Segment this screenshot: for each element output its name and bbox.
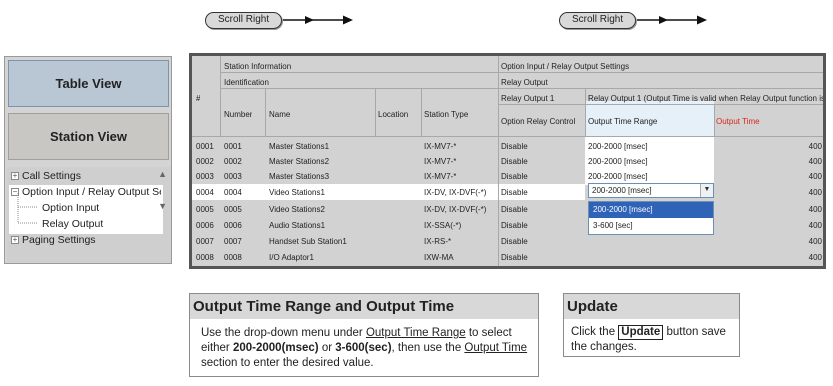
tree-connector-lines [17,193,38,224]
expand-icon[interactable]: + [11,172,19,181]
location-column-header[interactable]: Location [378,109,408,120]
relay-output-header: Relay Output [501,78,548,87]
chevron-up-icon[interactable]: ▲ [158,169,167,179]
left-navigation-panel: Table View Station View + Call Settings −… [4,56,172,264]
chevron-down-icon[interactable]: ▼ [158,201,167,211]
info-box-output-time: Output Time Range and Output Time Use th… [189,293,539,377]
number-column-header[interactable]: Number [224,109,252,120]
station-settings-table: # Station Information Identification Num… [189,53,826,269]
info-box-update-body: Click the Update button save the changes… [571,325,726,353]
expand-icon[interactable]: + [11,236,19,245]
update-button[interactable]: Update [618,325,664,340]
settings-tree: + Call Settings − Option Input / Relay Out… [7,167,171,263]
name-column-header[interactable]: Name [269,109,290,120]
output-time-range-options: 200-2000 [msec] 3-600 [sec] [588,201,714,235]
arrow-right-icon [283,15,354,25]
relay-output-1-header: Relay Output 1 [501,94,555,103]
arrow-right-icon [637,15,708,25]
info-box-output-time-body: Use the drop-down menu under Output Time… [201,327,528,369]
info-box-output-time-title: Output Time Range and Output Time [190,294,538,319]
info-box-update: Update Click the Update button save the … [563,293,740,357]
scroll-right-callout-2: Scroll Right [559,11,708,29]
tree-item-relay-output[interactable]: Relay Output [42,216,103,232]
identification-header: Identification [224,78,269,87]
output-time-range-select[interactable]: 200-2000 [msec] ▼ [588,183,714,198]
option-relay-control-header[interactable]: Option Relay Control [501,116,575,127]
info-box-update-title: Update [564,294,739,319]
output-time-header[interactable]: Output Time [716,116,760,127]
station-view-button[interactable]: Station View [8,113,169,160]
scroll-right-callout-1: Scroll Right [205,11,354,29]
chevron-down-icon[interactable]: ▼ [700,184,713,197]
hash-header: # [196,94,201,103]
station-information-header: Station Information [224,62,292,71]
option-relay-settings-header: Option Input / Relay Output Settings [501,62,630,71]
station-type-column-header[interactable]: Station Type [424,109,468,120]
tree-item-paging-settings[interactable]: + Paging Settings [11,232,96,248]
tree-item-call-settings[interactable]: + Call Settings [11,168,81,184]
scroll-right-label: Scroll Right [205,11,283,29]
option-200-2000-msec[interactable]: 200-2000 [msec] [589,202,713,218]
relay-output-1-note: Relay Output 1 (Output Time is valid whe… [588,94,826,103]
table-view-button[interactable]: Table View [8,60,169,107]
output-time-range-header[interactable]: Output Time Range [588,116,657,127]
scroll-right-label: Scroll Right [559,11,637,29]
option-3-600-sec[interactable]: 3-600 [sec] [589,218,713,234]
tree-item-option-input[interactable]: Option Input [42,200,99,216]
